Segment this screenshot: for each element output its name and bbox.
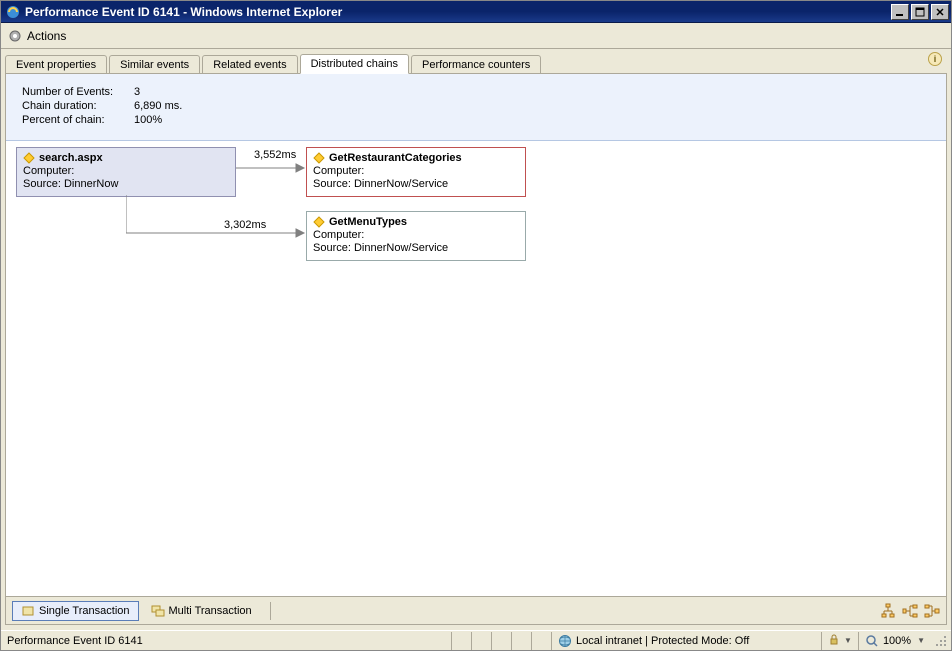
- status-zoom[interactable]: 100% ▼: [858, 632, 931, 650]
- content-panel: Number of Events: 3 Chain duration: 6,89…: [5, 73, 947, 625]
- globe-icon: [558, 634, 572, 648]
- chain-node-root[interactable]: search.aspx Computer: Source: DinnerNow: [16, 147, 236, 197]
- node-source-label: Source:: [313, 178, 351, 190]
- single-transaction-icon: [21, 604, 35, 618]
- multi-transaction-icon: [151, 604, 165, 618]
- node-computer-label: Computer:: [23, 165, 74, 177]
- summary-events-value: 3: [134, 86, 140, 98]
- multi-transaction-button[interactable]: Multi Transaction: [143, 602, 260, 620]
- chain-edge-2-label: 3,302ms: [224, 219, 266, 231]
- tree-layout-icon-1[interactable]: [880, 603, 896, 619]
- node-source-value: DinnerNow/Service: [354, 242, 448, 254]
- zoom-icon: [865, 634, 879, 648]
- event-icon: [23, 152, 35, 164]
- summary-duration-value: 6,890 ms.: [134, 100, 182, 112]
- gear-icon: [7, 28, 23, 44]
- chain-summary: Number of Events: 3 Chain duration: 6,89…: [6, 74, 946, 141]
- actions-label[interactable]: Actions: [27, 29, 66, 43]
- single-transaction-label: Single Transaction: [39, 605, 130, 617]
- summary-duration-label: Chain duration:: [22, 100, 134, 112]
- tab-distributed-chains[interactable]: Distributed chains: [300, 54, 409, 74]
- resize-grip[interactable]: [931, 632, 951, 650]
- node-source-label: Source:: [23, 178, 61, 190]
- single-transaction-button[interactable]: Single Transaction: [12, 601, 139, 621]
- node-computer-label: Computer:: [313, 165, 364, 177]
- chain-edge-1: [236, 163, 306, 173]
- status-spacer: [511, 632, 531, 650]
- chain-node-child2[interactable]: GetMenuTypes Computer: Source: DinnerNow…: [306, 211, 526, 261]
- tab-event-properties[interactable]: Event properties: [5, 55, 107, 74]
- status-spacer: [471, 632, 491, 650]
- status-spacer: [491, 632, 511, 650]
- dropdown-icon: ▼: [844, 636, 852, 645]
- svg-text:i: i: [934, 54, 937, 64]
- ie-icon: [5, 4, 21, 20]
- minimize-button[interactable]: [891, 4, 909, 20]
- status-spacer: [451, 632, 471, 650]
- chain-edge-2: [126, 195, 306, 245]
- node-title: GetMenuTypes: [329, 216, 407, 228]
- node-source-value: DinnerNow/Service: [354, 178, 448, 190]
- node-title: search.aspx: [39, 152, 103, 164]
- status-spacer: [531, 632, 551, 650]
- diagram-toolbar: Single Transaction Multi Transaction: [6, 596, 946, 624]
- status-text: Performance Event ID 6141: [1, 632, 451, 650]
- maximize-button[interactable]: [911, 4, 929, 20]
- help-icon[interactable]: i: [927, 51, 943, 67]
- tab-similar-events[interactable]: Similar events: [109, 55, 200, 74]
- actions-toolbar: Actions: [1, 23, 951, 49]
- window-title: Performance Event ID 6141 - Windows Inte…: [25, 5, 889, 19]
- tab-related-events[interactable]: Related events: [202, 55, 297, 74]
- summary-percent-label: Percent of chain:: [22, 114, 134, 126]
- event-icon: [313, 152, 325, 164]
- tree-layout-icon-2[interactable]: [902, 603, 918, 619]
- node-title: GetRestaurantCategories: [329, 152, 462, 164]
- chain-edge-1-label: 3,552ms: [254, 149, 296, 161]
- event-icon: [313, 216, 325, 228]
- tree-layout-icon-3[interactable]: [924, 603, 940, 619]
- summary-percent-value: 100%: [134, 114, 162, 126]
- chain-node-child1[interactable]: GetRestaurantCategories Computer: Source…: [306, 147, 526, 197]
- status-bar: Performance Event ID 6141 Local intranet…: [1, 630, 951, 650]
- window-titlebar: Performance Event ID 6141 - Windows Inte…: [1, 1, 951, 23]
- separator: [270, 602, 271, 620]
- dropdown-icon: ▼: [917, 636, 925, 645]
- lock-icon: [828, 634, 842, 648]
- tabstrip: Event properties Similar events Related …: [1, 49, 951, 73]
- close-button[interactable]: [931, 4, 949, 20]
- multi-transaction-label: Multi Transaction: [169, 605, 252, 617]
- status-zone-text: Local intranet | Protected Mode: Off: [576, 635, 749, 647]
- node-source-value: DinnerNow: [64, 178, 118, 190]
- window-controls: [889, 4, 949, 20]
- chain-diagram: search.aspx Computer: Source: DinnerNow …: [6, 141, 946, 541]
- summary-events-label: Number of Events:: [22, 86, 134, 98]
- tab-performance-counters[interactable]: Performance counters: [411, 55, 541, 74]
- zoom-value: 100%: [883, 635, 911, 647]
- status-lock-cell[interactable]: ▼: [821, 632, 858, 650]
- status-zone[interactable]: Local intranet | Protected Mode: Off: [551, 632, 821, 650]
- node-computer-label: Computer:: [313, 229, 364, 241]
- node-source-label: Source:: [313, 242, 351, 254]
